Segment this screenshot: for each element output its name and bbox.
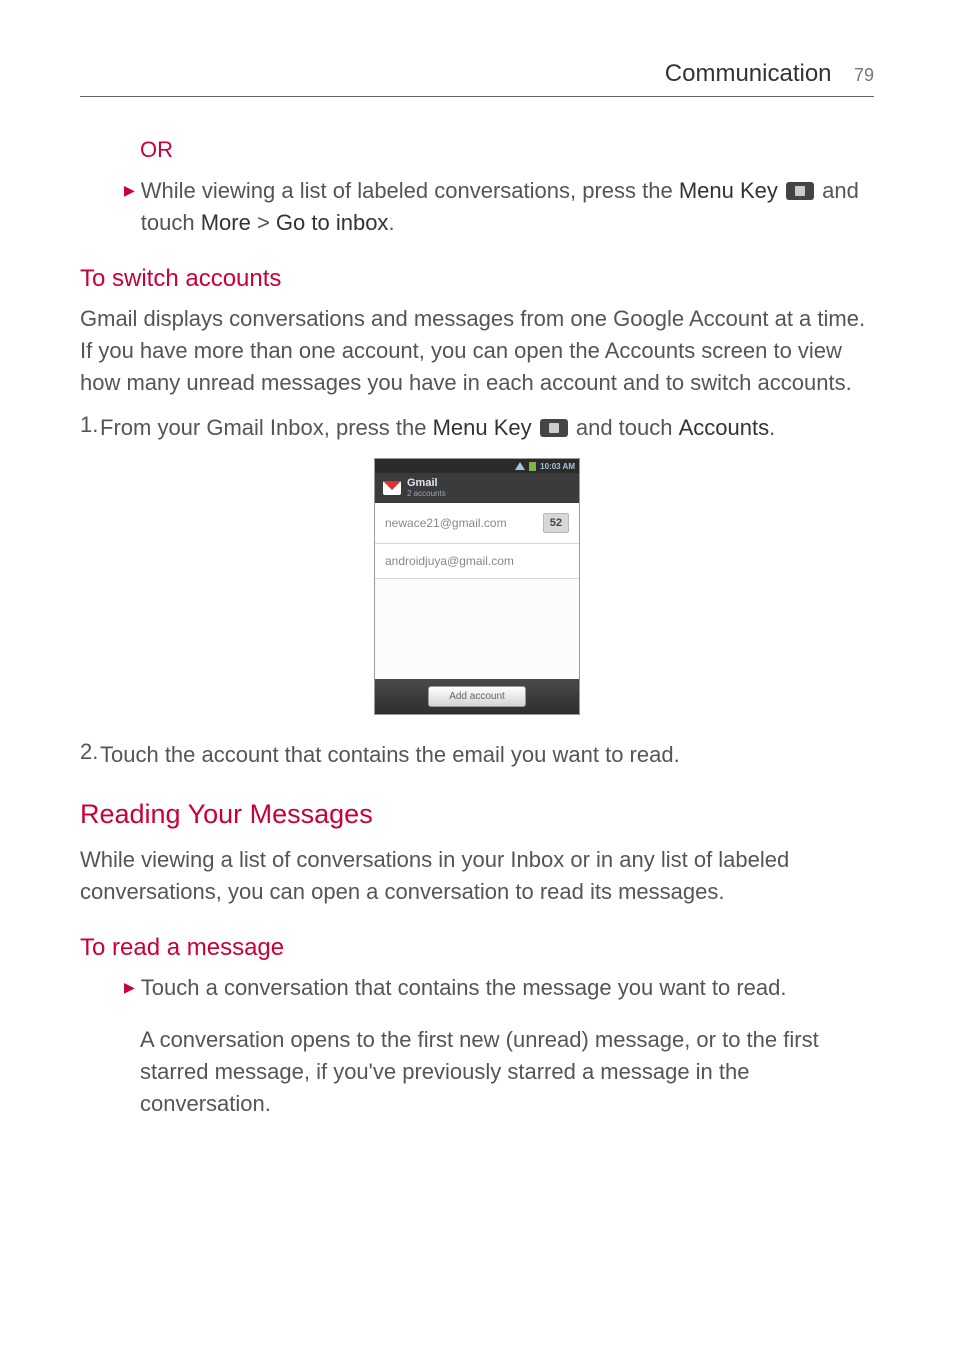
text-fragment: . — [388, 210, 394, 235]
menu-key-icon — [540, 419, 568, 437]
reading-messages-paragraph: While viewing a list of conversations in… — [80, 844, 874, 908]
menu-key-label: Menu Key — [679, 178, 778, 203]
more-label: More — [201, 210, 251, 235]
unread-badge: 52 — [543, 513, 569, 533]
bullet-text: Touch a conversation that contains the m… — [141, 972, 787, 1004]
gmail-app-header: Gmail 2 accounts — [375, 473, 579, 503]
step-1: 1. From your Gmail Inbox, press the Menu… — [80, 412, 874, 444]
empty-area — [375, 579, 579, 679]
to-read-heading: To read a message — [80, 934, 874, 962]
step-text: Touch the account that contains the emai… — [100, 739, 874, 771]
gmail-logo-icon — [383, 481, 401, 495]
text-fragment: . — [769, 415, 775, 440]
account-row[interactable]: androidjuya@gmail.com — [375, 544, 579, 579]
embedded-screenshot: 10:03 AM Gmail 2 accounts newace21@gmail… — [80, 458, 874, 715]
bullet-text: While viewing a list of labeled conversa… — [141, 175, 874, 239]
text-fragment: From your Gmail Inbox, press the — [100, 415, 433, 440]
bullet-item: ▶ While viewing a list of labeled conver… — [124, 175, 874, 239]
phone-screenshot: 10:03 AM Gmail 2 accounts newace21@gmail… — [374, 458, 580, 715]
reading-messages-heading: Reading Your Messages — [80, 799, 874, 830]
phone-status-bar: 10:03 AM — [375, 459, 579, 473]
account-email: newace21@gmail.com — [385, 516, 507, 530]
add-account-button[interactable]: Add account — [428, 686, 526, 707]
or-label: OR — [140, 137, 874, 163]
go-to-inbox-label: Go to inbox — [276, 210, 389, 235]
status-time: 10:03 AM — [540, 462, 575, 471]
account-row[interactable]: newace21@gmail.com 52 — [375, 503, 579, 544]
text-fragment: and touch — [570, 415, 679, 440]
text-fragment: > — [251, 210, 276, 235]
switch-accounts-heading: To switch accounts — [80, 265, 874, 293]
step-number: 1. — [80, 412, 100, 438]
accounts-label: Accounts — [679, 415, 770, 440]
page-number: 79 — [854, 65, 874, 85]
conversation-paragraph: A conversation opens to the first new (u… — [140, 1024, 874, 1120]
step-number: 2. — [80, 739, 100, 765]
switch-accounts-paragraph: Gmail displays conversations and message… — [80, 303, 874, 399]
step-2: 2. Touch the account that contains the e… — [80, 739, 874, 771]
signal-icon — [515, 462, 525, 470]
step-text: From your Gmail Inbox, press the Menu Ke… — [100, 412, 874, 444]
menu-key-label: Menu Key — [433, 415, 532, 440]
menu-key-icon — [786, 182, 814, 200]
battery-icon — [529, 462, 536, 471]
triangle-bullet-icon: ▶ — [124, 979, 135, 996]
header-section-title: Communication — [665, 60, 832, 87]
text-fragment: While viewing a list of labeled conversa… — [141, 178, 679, 203]
account-email: androidjuya@gmail.com — [385, 554, 514, 568]
page-header: Communication 79 — [80, 60, 874, 97]
gmail-accounts-count: 2 accounts — [407, 490, 446, 498]
phone-footer: Add account — [375, 679, 579, 714]
bullet-item: ▶ Touch a conversation that contains the… — [124, 972, 874, 1004]
triangle-bullet-icon: ▶ — [124, 182, 135, 199]
